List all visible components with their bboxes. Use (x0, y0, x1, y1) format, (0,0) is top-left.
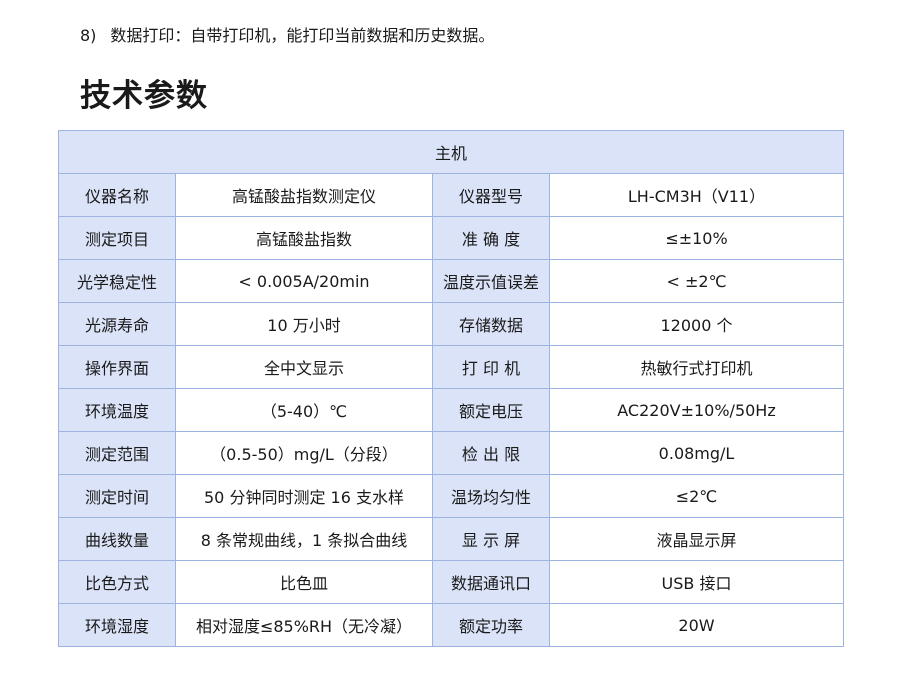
param-label-cell: 光源寿命 (58, 302, 176, 346)
param-label-cell: 准 确 度 (432, 216, 550, 260)
param-value-cell: （0.5-50）mg/L（分段） (175, 431, 433, 475)
param-label-cell: 曲线数量 (58, 517, 176, 561)
param-label-cell: 光学稳定性 (58, 259, 176, 303)
param-value-cell: 12000 个 (548, 302, 845, 346)
param-label-cell: 额定电压 (432, 388, 550, 432)
param-label-cell: 温场均匀性 (432, 474, 550, 518)
param-label-cell: 测定范围 (58, 431, 176, 475)
param-value-cell: USB 接口 (548, 560, 845, 604)
param-value-cell: < ±2℃ (548, 259, 845, 303)
param-label-cell: 检 出 限 (432, 431, 550, 475)
param-label-cell: 测定项目 (58, 216, 176, 260)
param-label-cell: 比色方式 (58, 560, 176, 604)
param-label-cell: 温度示值误差 (432, 259, 550, 303)
param-value-cell: LH-CM3H（V11） (548, 173, 845, 217)
param-value-cell: 50 分钟同时测定 16 支水样 (175, 474, 433, 518)
intro-text: 数据打印：自带打印机，能打印当前数据和历史数据。 (110, 26, 495, 45)
table-header-row: 主机 (57, 130, 845, 174)
intro-line: 8) 数据打印：自带打印机，能打印当前数据和历史数据。 (80, 24, 494, 48)
table-row: 环境温度 （5-40）℃ 额定电压 AC220V±10%/50Hz (58, 388, 845, 432)
param-label-cell: 存储数据 (432, 302, 550, 346)
spec-table: 主机 仪器名称 高锰酸盐指数测定仪 仪器型号 LH-CM3H（V11） 测定项目 高锰酸盐… (57, 130, 845, 647)
table-row: 仪器名称 高锰酸盐指数测定仪 仪器型号 LH-CM3H（V11） (58, 173, 845, 217)
param-value-cell: 0.08mg/L (548, 431, 845, 475)
param-value-cell: 全中文显示 (175, 345, 433, 389)
param-value-cell: 8 条常规曲线，1 条拟合曲线 (175, 517, 433, 561)
param-value-cell: 高锰酸盐指数 (175, 216, 433, 260)
table-row: 光学稳定性 < 0.005A/20min 温度示值误差 < ±2℃ (58, 259, 845, 303)
param-label-cell: 仪器型号 (432, 173, 550, 217)
param-label-cell: 打 印 机 (432, 345, 550, 389)
table-row: 测定项目 高锰酸盐指数准 确 度 ≤±10% (58, 216, 845, 260)
table-row: 测定时间 50 分钟同时测定 16 支水样 温场均匀性 ≤2℃ (58, 474, 845, 518)
param-label-cell: 操作界面 (58, 345, 176, 389)
table-header-cell: 主机 (57, 130, 845, 174)
param-value-cell: ≤±10% (548, 216, 845, 260)
section-title: 技术参数 (80, 78, 208, 114)
param-value-cell: 热敏行式打印机 (548, 345, 845, 389)
param-label-cell: 额定功率 (432, 603, 550, 647)
table-row: 曲线数量 8 条常规曲线，1 条拟合曲线显 示 屏液晶显示屏 (58, 517, 845, 561)
param-label-cell: 数据通讯口 (432, 560, 550, 604)
table-row: 环境湿度 相对湿度≤85%RH（无冷凝） 额定功率 20W (58, 603, 845, 647)
param-value-cell: 高锰酸盐指数测定仪 (175, 173, 433, 217)
param-label-cell: 仪器名称 (58, 173, 176, 217)
table-row: 测定范围 （0.5-50）mg/L（分段）检 出 限 0.08mg/L (58, 431, 845, 475)
param-value-cell: 相对湿度≤85%RH（无冷凝） (175, 603, 433, 647)
param-value-cell: 液晶显示屏 (548, 517, 845, 561)
list-number: 8) (80, 26, 97, 45)
param-value-cell: 比色皿 (175, 560, 433, 604)
table-row: 操作界面 全中文显示打 印 机热敏行式打印机 (58, 345, 845, 389)
table-row: 比色方式 比色皿 数据通讯口 USB 接口 (58, 560, 845, 604)
param-value-cell: 20W (548, 603, 845, 647)
param-value-cell: 10 万小时 (175, 302, 433, 346)
param-label-cell: 环境温度 (58, 388, 176, 432)
param-label-cell: 显 示 屏 (432, 517, 550, 561)
table-row: 光源寿命 10 万小时 存储数据 12000 个 (58, 302, 845, 346)
param-label-cell: 测定时间 (58, 474, 176, 518)
param-value-cell: < 0.005A/20min (175, 259, 433, 303)
param-value-cell: AC220V±10%/50Hz (548, 388, 845, 432)
param-value-cell: （5-40）℃ (175, 388, 433, 432)
param-value-cell: ≤2℃ (548, 474, 845, 518)
param-label-cell: 环境湿度 (58, 603, 176, 647)
